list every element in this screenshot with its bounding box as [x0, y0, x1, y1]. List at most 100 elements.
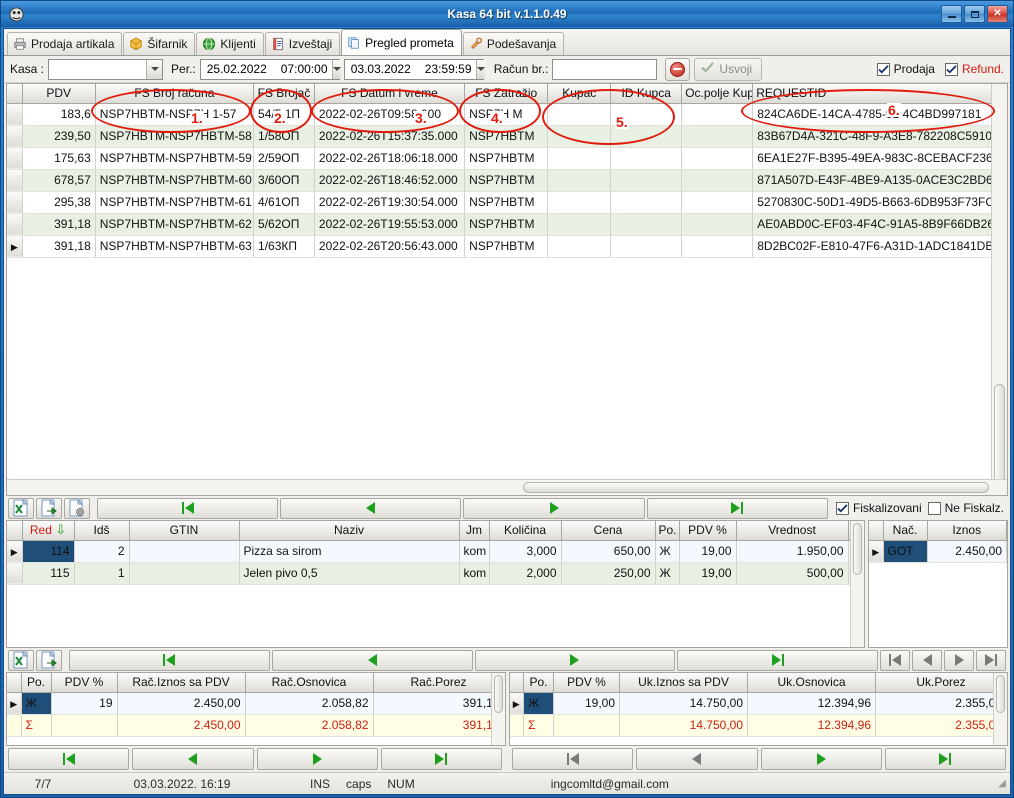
transactions-grid[interactable]: PDV FS Broj računa FS Brojač FS Datum i …	[6, 83, 1008, 496]
first-record-button[interactable]	[97, 498, 278, 519]
tab-pregled-prometa[interactable]: Pregled prometa	[341, 29, 462, 55]
col-header-uk-iznos-sa-pdv[interactable]: Uk.Iznos sa PDV	[620, 673, 748, 692]
date-to-picker[interactable]: 03.03.2022 23:59:59	[344, 59, 484, 80]
bottom-right-next-button[interactable]	[761, 748, 882, 770]
tab-podesavanja[interactable]: Podešavanja	[463, 32, 564, 55]
table-row[interactable]: ▶ GOT 2.450,00	[869, 540, 1007, 562]
col-header-iznos[interactable]: Iznos	[927, 521, 1007, 540]
right-prev-record-button[interactable]	[912, 650, 942, 671]
refund-checkbox[interactable]: Refund.	[945, 62, 1004, 76]
col-header-pdv-procenat[interactable]: PDV %	[554, 673, 620, 692]
usvoji-button[interactable]: Usvoji	[694, 58, 762, 81]
scrollbar-thumb[interactable]	[996, 675, 1005, 713]
col-header-kupac[interactable]: Kupac	[548, 84, 611, 103]
col-header-id-kupca[interactable]: ID Kupca	[611, 84, 682, 103]
col-header-requestid[interactable]: REQUESTID	[753, 84, 1007, 103]
bottom-right-prev-button[interactable]	[636, 748, 757, 770]
chevron-down-icon[interactable]	[146, 60, 162, 79]
maximize-button[interactable]	[964, 5, 985, 23]
col-header-uk-osnovica[interactable]: Uk.Osnovica	[748, 673, 876, 692]
scrollbar-thumb[interactable]	[994, 384, 1005, 479]
table-row[interactable]: 391,18 NSP7HBTM-NSP7HBTM-62 5/62ОП 2022-…	[7, 213, 1007, 235]
col-header-kolicina[interactable]: Količina	[489, 521, 561, 540]
prodaja-checkbox[interactable]: Prodaja	[877, 62, 935, 76]
col-header-pdv-procenat[interactable]: PDV %	[51, 673, 117, 692]
col-header-ids[interactable]: Idš	[74, 521, 129, 540]
prev-record-button[interactable]	[280, 498, 461, 519]
tab-prodaja-artikala[interactable]: Prodaja artikala	[7, 32, 122, 55]
next-record-button[interactable]	[463, 498, 644, 519]
items-grid[interactable]: Red ⇩ Idš GTIN Naziv Jm Količina Cena Po…	[6, 520, 865, 648]
scrollbar-thumb[interactable]	[494, 675, 503, 713]
table-row[interactable]: ▶ Ж 19 2.450,00 2.058,82 391,18	[7, 692, 504, 714]
table-row[interactable]: ▶ Ж 19,00 14.750,00 12.394,96 2.355,04	[510, 692, 1007, 714]
col-header-opc-polje-kupca[interactable]: Oc.polje Kup	[682, 84, 753, 103]
grid-horizontal-scrollbar[interactable]	[7, 479, 1007, 495]
totals-next-record-button[interactable]	[475, 650, 676, 671]
col-header-vrednost[interactable]: Vrednost	[736, 521, 848, 540]
file-settings-button[interactable]	[64, 498, 90, 519]
col-header-fs-broj-racuna[interactable]: FS Broj računa	[95, 84, 253, 103]
receipt-totals-grid[interactable]: Po. PDV % Rač.Iznos sa PDV Rač.Osnovica …	[6, 672, 506, 746]
tab-sifarnik[interactable]: Šifarnik	[123, 32, 195, 55]
col-header-nacin[interactable]: Nač.	[883, 521, 927, 540]
ne-fiskalz-checkbox[interactable]: Ne Fiskalz.	[928, 501, 1004, 515]
col-header-red[interactable]: Red ⇩	[22, 521, 74, 540]
last-record-button[interactable]	[647, 498, 828, 519]
right-last-record-button[interactable]	[976, 650, 1006, 671]
col-header-fs-brojac[interactable]: FS Brojač	[254, 84, 315, 103]
items-vertical-scrollbar[interactable]	[850, 521, 864, 647]
totals-last-record-button[interactable]	[677, 650, 878, 671]
col-header-po[interactable]: Po.	[524, 673, 554, 692]
chevron-down-icon[interactable]	[476, 60, 485, 79]
racun-input[interactable]	[552, 59, 657, 80]
close-button[interactable]: ✕	[987, 5, 1008, 23]
col-header-rac-iznos-sa-pdv[interactable]: Rač.Iznos sa PDV	[117, 673, 245, 692]
totals-left-scrollbar[interactable]	[491, 673, 505, 745]
payment-grid[interactable]: Nač. Iznos ▶ GOT 2.450,00	[868, 520, 1008, 648]
clear-filter-button[interactable]	[665, 58, 690, 81]
table-row[interactable]: 183,6 NSP7HBTM-NSP7H 1-57 54/5 1П 2022-0…	[7, 103, 1007, 125]
right-first-record-button[interactable]	[880, 650, 910, 671]
date-from-picker[interactable]: 25.02.2022 07:00:00	[200, 59, 340, 80]
totals-prev-record-button[interactable]	[272, 650, 473, 671]
col-header-gtin[interactable]: GTIN	[129, 521, 239, 540]
export-file-button[interactable]	[36, 498, 62, 519]
fiskalizovani-checkbox[interactable]: Fiskalizovani	[836, 501, 922, 515]
col-header-po[interactable]: Po.	[21, 673, 51, 692]
table-row[interactable]: 115 1 Jelen pivo 0,5 kom 2,000 250,00 Ж …	[7, 562, 865, 584]
col-header-cena[interactable]: Cena	[561, 521, 655, 540]
totals-right-scrollbar[interactable]	[993, 673, 1007, 745]
totals-export-excel-button[interactable]	[8, 650, 34, 671]
bottom-right-first-button[interactable]	[512, 748, 633, 770]
col-header-pdv[interactable]: PDV	[22, 84, 95, 103]
scrollbar-thumb[interactable]	[853, 523, 862, 575]
table-row[interactable]: 239,50 NSP7HBTM-NSP7HBTM-58 1/58ОП 2022-…	[7, 125, 1007, 147]
col-header-naziv[interactable]: Naziv	[239, 521, 459, 540]
col-header-fs-zatrazio[interactable]: FS Zatražio	[465, 84, 548, 103]
bottom-left-next-button[interactable]	[257, 748, 378, 770]
col-header-pdv-procenat[interactable]: PDV %	[679, 521, 736, 540]
col-header-uk-porez[interactable]: Uk.Porez	[876, 673, 1007, 692]
tab-klijenti[interactable]: Klijenti	[196, 32, 263, 55]
table-row[interactable]: 175,63 NSP7HBTM-NSP7HBTM-59 2/59ОП 2022-…	[7, 147, 1007, 169]
col-header-po[interactable]: Po.	[655, 521, 679, 540]
table-row[interactable]: 295,38 NSP7HBTM-NSP7HBTM-61 4/61ОП 2022-…	[7, 191, 1007, 213]
kasa-combo[interactable]	[48, 59, 163, 80]
bottom-left-first-button[interactable]	[8, 748, 129, 770]
scrollbar-thumb[interactable]	[523, 482, 989, 493]
bottom-left-prev-button[interactable]	[132, 748, 253, 770]
export-excel-button[interactable]	[8, 498, 34, 519]
totals-export-file-button[interactable]	[36, 650, 62, 671]
right-next-record-button[interactable]	[944, 650, 974, 671]
overall-totals-grid[interactable]: Po. PDV % Uk.Iznos sa PDV Uk.Osnovica Uk…	[509, 672, 1009, 746]
totals-first-record-button[interactable]	[69, 650, 270, 671]
chevron-down-icon[interactable]	[332, 60, 341, 79]
resize-grip-icon[interactable]: ◢	[998, 778, 1006, 789]
col-header-jm[interactable]: Jm	[459, 521, 489, 540]
tab-izvestaji[interactable]: Izveštaji	[265, 32, 340, 55]
col-header-fs-datum-vreme[interactable]: FS Datum i vreme	[314, 84, 464, 103]
minimize-button[interactable]	[941, 5, 962, 23]
table-row[interactable]: ▶ 391,18 NSP7HBTM-NSP7HBTM-63 1/63КП 202…	[7, 235, 1007, 257]
table-row[interactable]: 678,57 NSP7HBTM-NSP7HBTM-60 3/60ОП 2022-…	[7, 169, 1007, 191]
